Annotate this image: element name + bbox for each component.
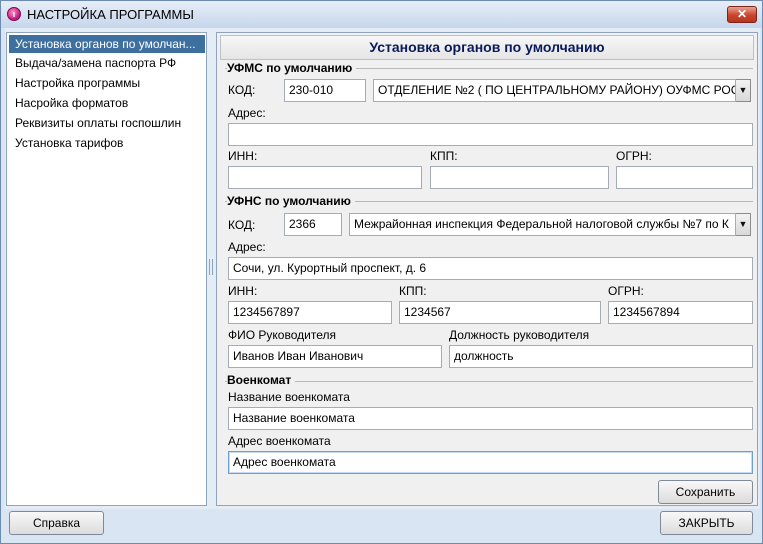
ufns-org-select[interactable]: Межрайонная инспекция Федеральной налого… xyxy=(349,213,736,236)
panel-title: Установка органов по умолчанию xyxy=(220,35,754,60)
ufns-section-title: УФНС по умолчанию xyxy=(227,194,355,208)
ufns-inn-label: ИНН: xyxy=(228,284,258,298)
window-title: НАСТРОЙКА ПРОГРАММЫ xyxy=(27,7,194,22)
close-button[interactable]: ЗАКРЫТЬ xyxy=(660,511,753,535)
ufns-address-input[interactable]: Сочи, ул. Курортный проспект, д. 6 xyxy=(228,257,753,280)
ufns-kpp-label: КПП: xyxy=(399,284,427,298)
ufns-ogrn-label: ОГРН: xyxy=(608,284,644,298)
ufns-address-label: Адрес: xyxy=(228,240,266,254)
ufns-head-name-input[interactable]: Иванов Иван Иванович xyxy=(228,345,442,368)
voenkomat-address-label: Адрес военкомата xyxy=(228,434,331,448)
title-bar[interactable]: ı НАСТРОЙКА ПРОГРАММЫ ✕ xyxy=(1,1,762,28)
close-window-button[interactable]: ✕ xyxy=(727,6,757,23)
ufns-code-input[interactable]: 2366 xyxy=(284,213,342,236)
ufms-inn-label: ИНН: xyxy=(228,149,258,163)
ufms-section-title: УФМС по умолчанию xyxy=(227,61,357,75)
ufns-head-position-label: Должность руководителя xyxy=(449,328,590,342)
nav-item-program-settings[interactable]: Настройка программы xyxy=(9,74,205,92)
voenkomat-section-divider xyxy=(225,381,753,382)
nav-item-format-settings[interactable]: Насройка форматов xyxy=(9,94,205,112)
ufns-ogrn-input[interactable]: 1234567894 xyxy=(608,301,753,324)
settings-window: ı НАСТРОЙКА ПРОГРАММЫ ✕ Установка органо… xyxy=(0,0,763,544)
ufms-ogrn-input[interactable] xyxy=(616,166,753,189)
app-logo-icon: ı xyxy=(7,7,21,21)
ufms-inn-input[interactable] xyxy=(228,166,422,189)
nav-item-tariffs[interactable]: Установка тарифов xyxy=(9,134,205,152)
ufns-head-name-label: ФИО Руководителя xyxy=(228,328,336,342)
ufms-ogrn-label: ОГРН: xyxy=(616,149,652,163)
save-button[interactable]: Сохранить xyxy=(658,480,753,504)
ufms-kpp-input[interactable] xyxy=(430,166,609,189)
ufns-inn-input[interactable]: 1234567897 xyxy=(228,301,392,324)
ufms-address-input[interactable] xyxy=(228,123,753,146)
ufns-head-position-input[interactable]: должность xyxy=(449,345,753,368)
ufns-kpp-input[interactable]: 1234567 xyxy=(399,301,601,324)
help-button[interactable]: Справка xyxy=(9,511,104,535)
voenkomat-address-input[interactable]: Адрес военкомата xyxy=(228,451,753,474)
nav-item-passport-issue[interactable]: Выдача/замена паспорта РФ xyxy=(9,54,205,72)
ufns-dropdown-arrow-icon[interactable]: ▼ xyxy=(736,213,751,236)
ufms-org-select[interactable]: ОТДЕЛЕНИЕ №2 ( ПО ЦЕНТРАЛЬНОМУ РАЙОНУ) О… xyxy=(373,79,736,102)
voenkomat-name-input[interactable]: Название военкомата xyxy=(228,407,753,430)
nav-item-fee-requisites[interactable]: Реквизиты оплаты госпошлин xyxy=(9,114,205,132)
voenkomat-section-title: Военкомат xyxy=(227,373,296,387)
voenkomat-name-label: Название военкомата xyxy=(228,390,350,404)
ufms-kpp-label: КПП: xyxy=(430,149,458,163)
ufns-code-label: КОД: xyxy=(228,218,256,232)
nav-item-default-authorities[interactable]: Установка органов по умолчан... xyxy=(9,35,205,53)
ufms-address-label: Адрес: xyxy=(228,106,266,120)
splitter-handle[interactable] xyxy=(209,259,213,275)
settings-nav-list: Установка органов по умолчан... Выдача/з… xyxy=(6,32,207,506)
ufms-code-input[interactable]: 230-010 xyxy=(284,79,366,102)
ufms-code-label: КОД: xyxy=(228,83,256,97)
ufms-dropdown-arrow-icon[interactable]: ▼ xyxy=(736,79,751,102)
